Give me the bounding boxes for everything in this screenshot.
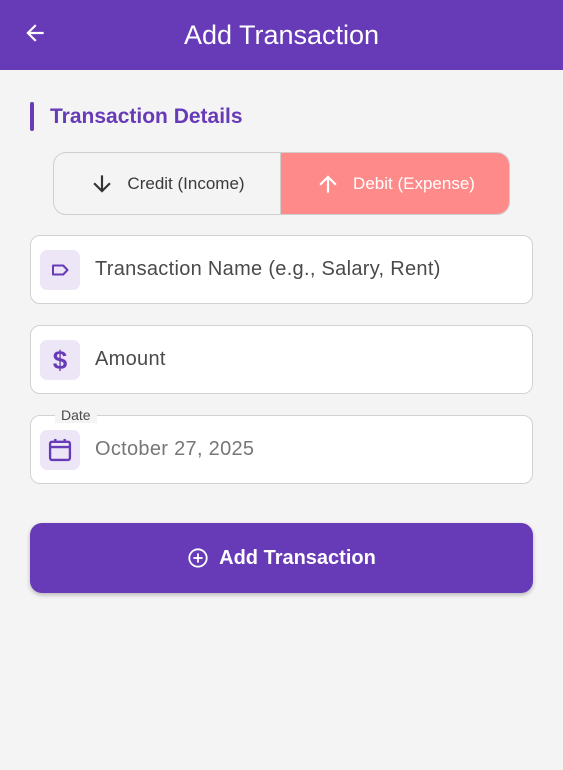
- add-circle-icon: [187, 547, 209, 569]
- section-accent-bar: [30, 102, 34, 131]
- date-field[interactable]: Date October 27, 2025: [30, 407, 533, 484]
- amount-field[interactable]: $ Amount: [30, 325, 533, 394]
- add-transaction-button[interactable]: Add Transaction: [30, 523, 533, 593]
- date-value: October 27, 2025: [95, 438, 255, 460]
- section-title: Transaction Details: [50, 105, 243, 128]
- page-title: Add Transaction: [183, 20, 380, 50]
- arrow-left-icon: [22, 20, 48, 51]
- credit-label: Credit (Income): [127, 173, 245, 193]
- transaction-type-toggle: Credit (Income) Debit (Expense): [53, 152, 510, 215]
- transaction-name-placeholder: Transaction Name (e.g., Salary, Rent): [95, 258, 441, 280]
- transaction-name-field[interactable]: Transaction Name (e.g., Salary, Rent): [30, 235, 533, 304]
- label-tag-icon: [40, 250, 80, 290]
- arrow-up-icon: [315, 171, 341, 197]
- calendar-icon: [40, 430, 80, 470]
- arrow-down-icon: [89, 171, 115, 197]
- debit-label: Debit (Expense): [353, 173, 475, 193]
- app-bar: Add Transaction: [0, 0, 563, 70]
- date-label: Date: [55, 407, 97, 423]
- debit-option[interactable]: Debit (Expense): [280, 153, 509, 214]
- add-transaction-label: Add Transaction: [219, 546, 376, 569]
- back-button[interactable]: [17, 17, 53, 53]
- amount-placeholder: Amount: [95, 348, 166, 370]
- credit-option[interactable]: Credit (Income): [54, 153, 280, 214]
- dollar-icon: $: [40, 340, 80, 380]
